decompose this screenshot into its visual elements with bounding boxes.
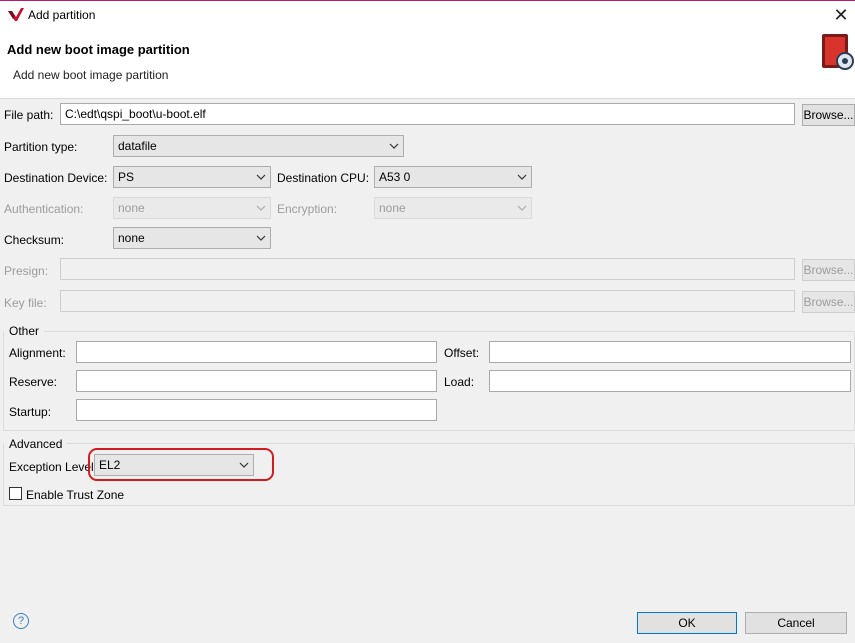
close-button[interactable]: ✕ <box>830 5 852 27</box>
window-title: Add partition <box>28 8 96 22</box>
offset-input[interactable] <box>489 341 851 363</box>
chevron-down-icon <box>389 143 399 149</box>
key-file-browse-button: Browse... <box>802 291 855 313</box>
authentication-value: none <box>118 201 145 215</box>
exception-level-highlight <box>88 448 274 481</box>
load-input[interactable] <box>489 370 851 392</box>
file-path-input[interactable]: C:\edt\qspi_boot\u-boot.elf <box>60 103 795 125</box>
partition-type-label: Partition type: <box>4 140 78 154</box>
load-label: Load: <box>444 375 475 389</box>
alignment-input[interactable] <box>76 341 437 363</box>
partition-type-select[interactable]: datafile <box>113 135 404 157</box>
checksum-label: Checksum: <box>4 233 65 247</box>
destination-cpu-value: A53 0 <box>379 170 411 184</box>
key-file-label: Key file: <box>4 296 47 310</box>
authentication-label: Authentication: <box>4 202 84 216</box>
cancel-button[interactable]: Cancel <box>745 612 847 634</box>
title-bar: Add partition ✕ <box>0 0 855 30</box>
destination-cpu-label: Destination CPU: <box>277 171 370 185</box>
destination-device-label: Destination Device: <box>4 171 108 185</box>
reserve-label: Reserve: <box>9 375 58 389</box>
chevron-down-icon <box>256 235 266 241</box>
trust-zone-checkbox[interactable] <box>9 487 22 500</box>
chevron-down-icon <box>517 174 527 180</box>
partition-type-value: datafile <box>118 139 157 153</box>
checksum-value: none <box>118 231 145 245</box>
key-file-input <box>60 290 795 312</box>
chevron-down-icon <box>256 205 266 211</box>
authentication-select: none <box>113 197 271 219</box>
presign-label: Presign: <box>4 264 49 278</box>
encryption-label: Encryption: <box>277 202 338 216</box>
destination-device-value: PS <box>118 170 135 184</box>
startup-input[interactable] <box>76 399 437 421</box>
encryption-value: none <box>379 201 406 215</box>
chevron-down-icon <box>256 174 266 180</box>
offset-label: Offset: <box>444 346 480 360</box>
dialog-description: Add new boot image partition <box>13 68 169 82</box>
startup-label: Startup: <box>9 405 52 419</box>
file-path-label: File path: <box>4 108 54 122</box>
dialog-header: Add new boot image partition Add new boo… <box>0 30 855 99</box>
reserve-input[interactable] <box>76 370 437 392</box>
alignment-label: Alignment: <box>9 346 66 360</box>
boot-image-gear-icon <box>822 34 854 70</box>
file-path-browse-button[interactable]: Browse... <box>802 104 855 126</box>
chevron-down-icon <box>517 205 527 211</box>
encryption-select: none <box>374 197 532 219</box>
destination-cpu-select[interactable]: A53 0 <box>374 166 532 188</box>
checksum-select[interactable]: none <box>113 227 271 249</box>
trust-zone-label: Enable Trust Zone <box>26 488 125 502</box>
exception-level-label: Exception Level <box>9 460 94 474</box>
destination-device-select[interactable]: PS <box>113 166 271 188</box>
app-logo-icon <box>8 8 24 21</box>
presign-browse-button: Browse... <box>802 259 855 281</box>
dialog-heading: Add new boot image partition <box>7 42 190 57</box>
ok-button[interactable]: OK <box>637 612 737 634</box>
help-icon[interactable]: ? <box>13 613 29 629</box>
presign-input <box>60 258 795 280</box>
